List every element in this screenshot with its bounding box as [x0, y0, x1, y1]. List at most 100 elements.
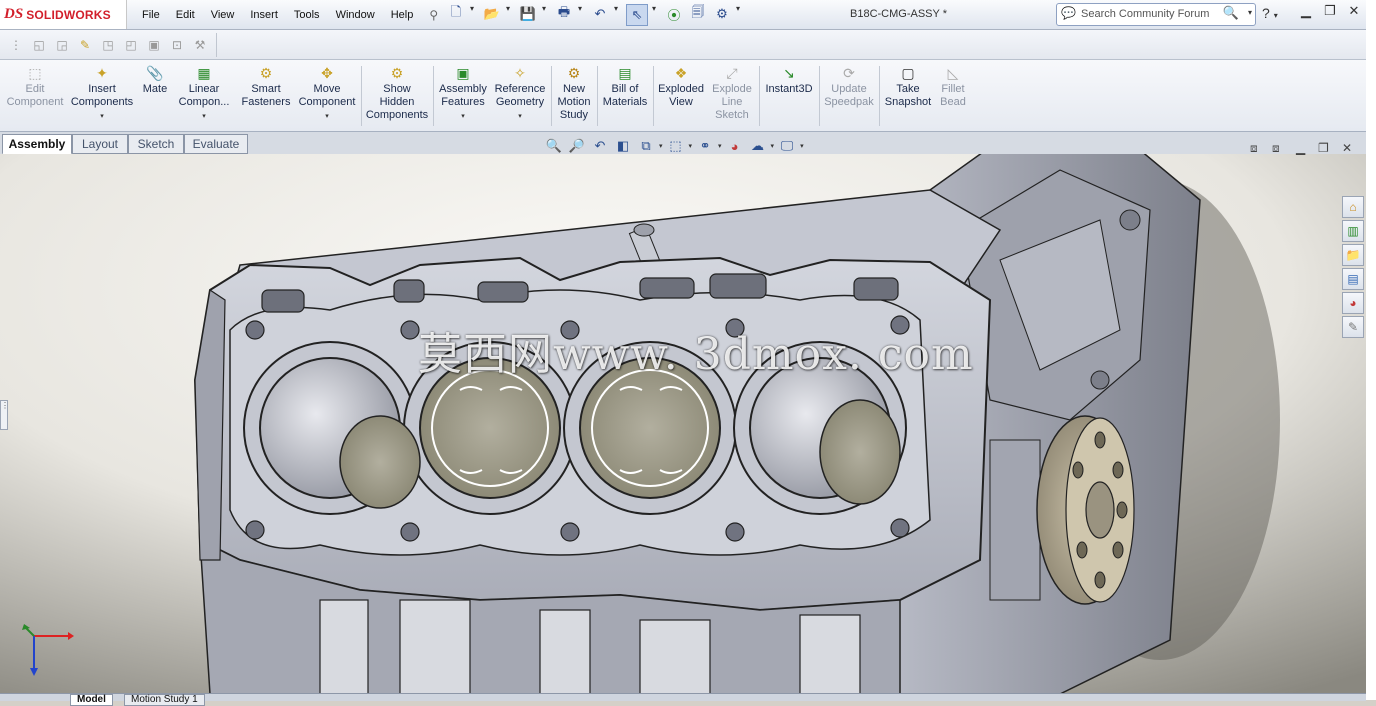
tab-motion-study-1[interactable]: Motion Study 1: [124, 694, 205, 706]
tab-model[interactable]: Model: [70, 694, 113, 706]
new-document-icon[interactable]: 🗋: [446, 4, 466, 24]
search-dropdown-arrow[interactable]: ▾: [1248, 8, 1252, 17]
view-orientation-icon[interactable]: ⧉: [636, 136, 656, 156]
exploded-view-button[interactable]: ❖ Exploded View: [656, 64, 706, 109]
hide-show-dropdown-arrow[interactable]: ▾: [718, 142, 722, 150]
pin-icon[interactable]: ⚲: [421, 8, 446, 22]
custom-properties-icon[interactable]: ✎: [1342, 316, 1364, 338]
sketch-tool-1-icon[interactable]: ◱: [29, 35, 49, 55]
previous-view-icon[interactable]: ↶: [590, 136, 610, 156]
zoom-to-fit-icon[interactable]: 🔍: [544, 136, 564, 156]
new-motion-study-button[interactable]: ⚙ New Motion Study: [554, 64, 594, 122]
menu-edit[interactable]: Edit: [168, 9, 203, 21]
display-style-dropdown-arrow[interactable]: ▾: [689, 142, 693, 150]
show-hidden-components-icon: ⚙: [390, 64, 404, 81]
insert-components-button[interactable]: ✦ Insert Components ▾: [68, 64, 136, 123]
move-component-button[interactable]: ✥ Move Component ▾: [296, 64, 358, 123]
tab-sketch[interactable]: Sketch: [128, 134, 184, 154]
solidworks-logo[interactable]: DS SOLIDWORKS: [0, 0, 127, 29]
insert-components-dropdown-arrow[interactable]: ▾: [100, 110, 104, 123]
undo-dropdown-arrow[interactable]: ▾: [614, 4, 622, 26]
linear-component-pattern-button[interactable]: ▦ Linear Compon... ▾: [174, 64, 234, 123]
solidworks-resources-home-icon[interactable]: ⌂: [1342, 196, 1364, 218]
undo-icon[interactable]: ↶: [590, 4, 610, 24]
explode-line-sketch-button[interactable]: ⤢ Explode Line Sketch: [708, 64, 756, 122]
print-icon[interactable]: 🖶: [554, 4, 574, 24]
viewport-minimize-icon[interactable]: ▁: [1296, 141, 1305, 155]
fillet-bead-button[interactable]: ◺ Fillet Bead: [936, 64, 970, 109]
save-dropdown-arrow[interactable]: ▾: [542, 4, 550, 26]
sketch-tool-8-icon[interactable]: ⚒: [190, 35, 210, 55]
options-dropdown-arrow[interactable]: ▾: [736, 4, 744, 26]
instant3d-button[interactable]: ↘ Instant3D: [762, 64, 816, 96]
move-component-label1: Move: [313, 83, 341, 95]
help-icon[interactable]: ? ▾: [1262, 5, 1278, 21]
menu-insert[interactable]: Insert: [242, 9, 286, 21]
apply-scene-icon[interactable]: ☁: [748, 136, 768, 156]
edit-appearance-icon[interactable]: ◕: [725, 136, 745, 156]
toolbar-handle-icon[interactable]: ⋮: [6, 35, 26, 55]
tab-assembly[interactable]: Assembly: [2, 134, 72, 155]
sketch-tool-5-icon[interactable]: ◰: [121, 35, 141, 55]
viewport-restore-icon[interactable]: ❐: [1318, 141, 1329, 155]
menu-file[interactable]: File: [134, 9, 168, 21]
display-style-icon[interactable]: ⬚: [666, 136, 686, 156]
reference-geometry-dropdown-arrow[interactable]: ▾: [518, 110, 522, 123]
open-dropdown-arrow[interactable]: ▾: [506, 4, 514, 26]
sketch-tool-7-icon[interactable]: ⊡: [167, 35, 187, 55]
move-component-dropdown-arrow[interactable]: ▾: [325, 110, 329, 123]
file-properties-icon[interactable]: 🗐: [688, 4, 708, 24]
menu-tools[interactable]: Tools: [286, 9, 328, 21]
sketch-tool-4-icon[interactable]: ◳: [98, 35, 118, 55]
viewport-close-icon[interactable]: ✕: [1342, 141, 1352, 155]
linear-pattern-dropdown-arrow[interactable]: ▾: [202, 110, 206, 123]
menu-help[interactable]: Help: [383, 9, 422, 21]
engine-block-model[interactable]: [0, 154, 1366, 694]
search-community-input[interactable]: 💬 Search Community Forum 🔍 ▾: [1056, 3, 1256, 26]
design-library-icon[interactable]: ▥: [1342, 220, 1364, 242]
graphics-viewport[interactable]: 莫西网www. 3dmox. com: [0, 154, 1366, 694]
minimize-window-icon[interactable]: ▁: [1296, 3, 1316, 19]
edit-component-button[interactable]: ⬚ Edit Component: [6, 64, 64, 109]
view-orientation-dropdown-arrow[interactable]: ▾: [659, 142, 663, 150]
reference-geometry-button[interactable]: ✧ Reference Geometry ▾: [492, 64, 548, 123]
restore-window-icon[interactable]: ❐: [1320, 3, 1340, 19]
new-dropdown-arrow[interactable]: ▾: [470, 4, 478, 26]
assembly-features-button[interactable]: ▣ Assembly Features ▾: [436, 64, 490, 123]
assembly-features-dropdown-arrow[interactable]: ▾: [461, 110, 465, 123]
take-snapshot-button[interactable]: ▢ Take Snapshot: [882, 64, 934, 109]
mate-button[interactable]: 📎 Mate: [139, 64, 171, 96]
sketch-tool-3-icon[interactable]: ✎: [75, 35, 95, 55]
view-settings-dropdown-arrow[interactable]: ▾: [800, 142, 804, 150]
file-explorer-icon[interactable]: 📁: [1342, 244, 1364, 266]
hide-show-items-icon[interactable]: ⚭: [695, 136, 715, 156]
viewport-tile-right-icon[interactable]: ⧈: [1272, 141, 1280, 156]
smart-fasteners-button[interactable]: ⚙ Smart Fasteners: [237, 64, 295, 109]
update-speedpak-button[interactable]: ⟳ Update Speedpak: [822, 64, 876, 109]
appearances-scenes-icon[interactable]: ◕: [1342, 292, 1364, 314]
apply-scene-dropdown-arrow[interactable]: ▾: [771, 142, 775, 150]
rebuild-traffic-light-icon[interactable]: ⦿: [664, 4, 684, 24]
viewport-tile-left-icon[interactable]: ⧈: [1250, 141, 1258, 156]
close-window-icon[interactable]: ✕: [1344, 3, 1364, 19]
select-cursor-icon[interactable]: ⇖: [626, 4, 648, 26]
menu-window[interactable]: Window: [328, 9, 383, 21]
save-icon[interactable]: 💾: [518, 4, 538, 24]
view-palette-icon[interactable]: ▤: [1342, 268, 1364, 290]
bill-of-materials-button[interactable]: ▤ Bill of Materials: [600, 64, 650, 109]
select-dropdown-arrow[interactable]: ▾: [652, 4, 660, 26]
feature-tree-expand-handle[interactable]: ⋮: [0, 400, 9, 430]
tab-evaluate[interactable]: Evaluate: [184, 134, 248, 154]
print-dropdown-arrow[interactable]: ▾: [578, 4, 586, 26]
search-icon[interactable]: 🔍: [1223, 5, 1239, 21]
zoom-to-area-icon[interactable]: 🔎: [567, 136, 587, 156]
tab-layout[interactable]: Layout: [72, 134, 128, 154]
sketch-tool-6-icon[interactable]: ▣: [144, 35, 164, 55]
section-view-icon[interactable]: ◧: [613, 136, 633, 156]
view-settings-icon[interactable]: 🖵: [777, 136, 797, 156]
open-folder-icon[interactable]: 📂: [482, 4, 502, 24]
menu-view[interactable]: View: [203, 9, 243, 21]
sketch-tool-2-icon[interactable]: ◲: [52, 35, 72, 55]
show-hidden-components-button[interactable]: ⚙ Show Hidden Components: [364, 64, 430, 122]
options-icon[interactable]: ⚙: [712, 4, 732, 24]
